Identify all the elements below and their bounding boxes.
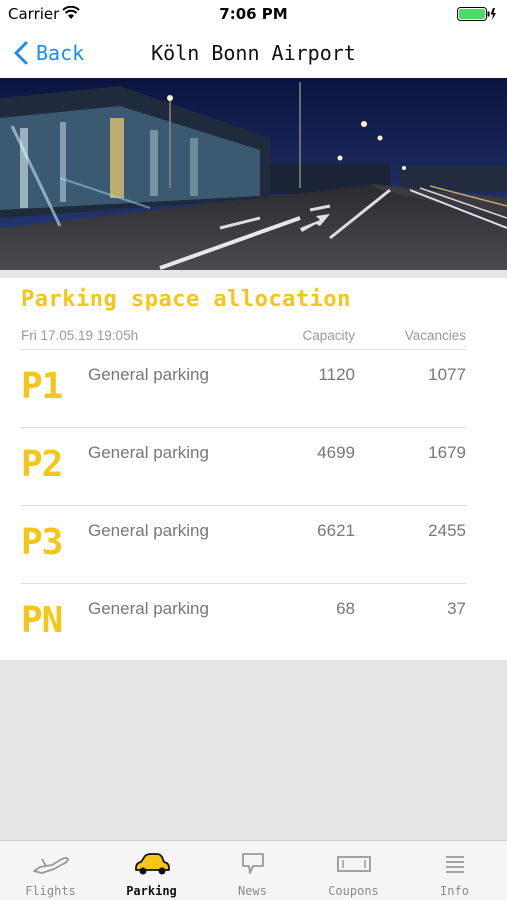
- parking-row[interactable]: PN General parking 68 37: [21, 584, 466, 662]
- parking-code: P3: [21, 522, 63, 563]
- tab-flights[interactable]: Flights: [0, 841, 101, 900]
- tab-label: News: [238, 884, 267, 898]
- car-icon: [135, 853, 170, 875]
- status-time: 7:06 PM: [219, 5, 288, 23]
- parking-row[interactable]: P2 General parking 4699 1679: [21, 428, 466, 506]
- parking-type: General parking: [88, 443, 209, 462]
- parking-vacancies: 37: [447, 599, 466, 618]
- status-bar: Carrier 7:06 PM: [0, 0, 507, 30]
- tab-info[interactable]: Info: [404, 841, 505, 900]
- parking-capacity: 4699: [317, 443, 355, 462]
- parking-row[interactable]: P1 General parking 1120 1077: [21, 350, 466, 428]
- tab-bar: Flights Parking News Coupons Info: [0, 840, 507, 900]
- parking-capacity: 6621: [317, 521, 355, 540]
- parking-type: General parking: [88, 365, 209, 384]
- capacity-header: Capacity: [302, 328, 355, 343]
- table-header: Fri 17.05.19 19:05h Capacity Vacancies: [21, 328, 466, 350]
- tab-label: Parking: [126, 884, 177, 898]
- parking-panel: Parking space allocation Fri 17.05.19 19…: [0, 278, 507, 660]
- parking-code: P1: [21, 366, 63, 407]
- coupon-icon: [337, 856, 371, 872]
- parking-vacancies: 1679: [428, 443, 466, 462]
- tab-news[interactable]: News: [202, 841, 303, 900]
- timestamp: Fri 17.05.19 19:05h: [21, 328, 139, 343]
- parking-vacancies: 1077: [428, 365, 466, 384]
- page-title: Köln Bonn Airport: [151, 41, 356, 65]
- speech-bubble-icon: [242, 853, 264, 874]
- tab-label: Info: [440, 884, 469, 898]
- section-title: Parking space allocation: [21, 287, 351, 312]
- list-icon: [446, 856, 464, 873]
- tab-parking[interactable]: Parking: [101, 841, 202, 900]
- battery-icon: [457, 7, 496, 21]
- tab-coupons[interactable]: Coupons: [303, 841, 404, 900]
- vacancies-header: Vacancies: [404, 328, 466, 343]
- airport-hero-image: [0, 78, 507, 270]
- parking-type: General parking: [88, 521, 209, 540]
- parking-capacity: 68: [336, 599, 355, 618]
- parking-row[interactable]: P3 General parking 6621 2455: [21, 506, 466, 584]
- tab-label: Flights: [25, 884, 76, 898]
- parking-type: General parking: [88, 599, 209, 618]
- navigation-bar: Back Köln Bonn Airport: [0, 30, 507, 78]
- parking-code: PN: [21, 600, 63, 641]
- plane-icon: [33, 857, 69, 874]
- parking-vacancies: 2455: [428, 521, 466, 540]
- parking-code: P2: [21, 444, 63, 485]
- parking-capacity: 1120: [318, 365, 355, 384]
- tab-label: Coupons: [328, 884, 379, 898]
